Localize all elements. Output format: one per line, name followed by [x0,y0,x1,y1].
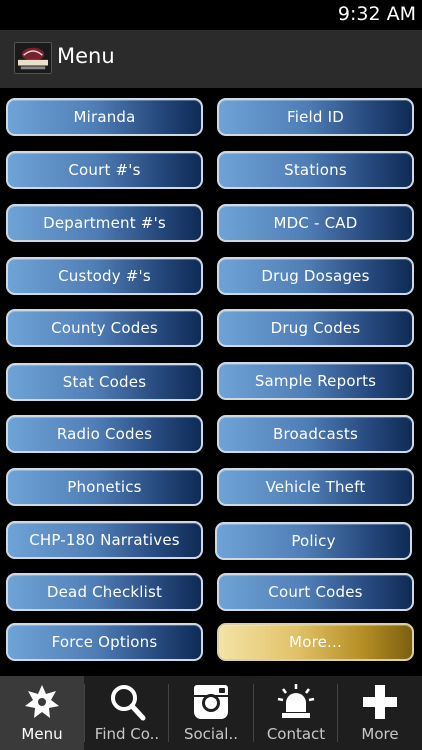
vehicle-theft-button[interactable]: Vehicle Theft [217,468,414,506]
sample-reports-button[interactable]: Sample Reports [217,362,414,400]
more-menu-button[interactable]: More... [217,623,414,661]
tab-find-codes-label: Find Co.. [94,725,160,743]
star-badge-icon [22,682,62,722]
tab-more-label: More [361,725,399,743]
chp-180-narratives-button[interactable]: CHP-180 Narratives [6,521,203,559]
page-title: Menu [57,44,115,68]
field-id-button[interactable]: Field ID [217,98,414,136]
tab-menu[interactable]: Menu [0,676,84,750]
broadcasts-button[interactable]: Broadcasts [217,415,414,453]
status-bar: 9:32 AM [0,0,422,30]
department-numbers-button[interactable]: Department #'s [6,204,203,242]
stat-codes-button[interactable]: Stat Codes [6,363,203,401]
mdc-cad-button[interactable]: MDC - CAD [217,204,414,242]
stations-button[interactable]: Stations [217,151,414,189]
tab-social-label: Social.. [183,725,238,743]
policy-button[interactable]: Policy [215,522,412,560]
drug-codes-button[interactable]: Drug Codes [217,309,414,347]
custody-numbers-button[interactable]: Custody #'s [6,257,203,295]
miranda-button[interactable]: Miranda [6,98,203,136]
dead-checklist-button[interactable]: Dead Checklist [6,573,203,611]
tab-find-codes[interactable]: Find Co.. [85,676,169,750]
instagram-icon [191,682,231,722]
bottom-tab-bar: Menu Find Co.. Social.. Contact More [0,676,422,750]
force-options-button[interactable]: Force Options [6,623,203,661]
app-logo-icon[interactable] [14,42,52,74]
menu-grid: Miranda Field ID Court #'s Stations Depa… [0,88,422,676]
county-codes-button[interactable]: County Codes [6,309,203,347]
radio-codes-button[interactable]: Radio Codes [6,415,203,453]
search-icon [107,682,147,722]
tab-social[interactable]: Social.. [169,676,253,750]
action-bar: Menu [0,30,422,88]
court-numbers-button[interactable]: Court #'s [6,151,203,189]
tab-contact-label: Contact [266,725,326,743]
drug-dosages-button[interactable]: Drug Dosages [217,257,414,295]
tab-menu-label: Menu [21,725,63,743]
siren-icon [276,682,316,722]
tab-contact[interactable]: Contact [254,676,338,750]
status-time: 9:32 AM [337,3,416,25]
plus-icon [360,682,400,722]
tab-more[interactable]: More [338,676,422,750]
court-codes-button[interactable]: Court Codes [217,573,414,611]
phonetics-button[interactable]: Phonetics [6,468,203,506]
